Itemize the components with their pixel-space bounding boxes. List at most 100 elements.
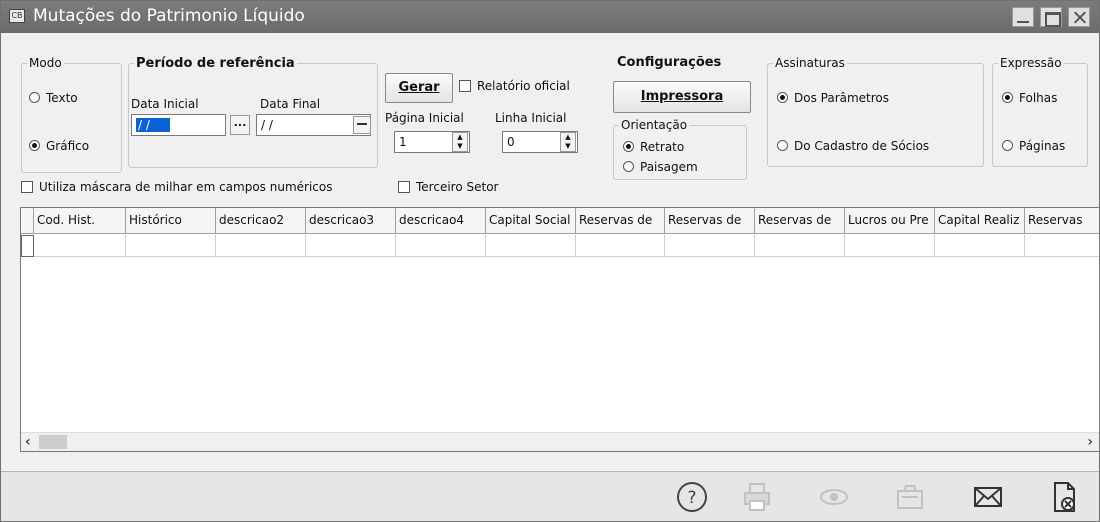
- data-inicial-field[interactable]: / /: [131, 114, 226, 136]
- column-header[interactable]: Capital Social: [486, 208, 576, 234]
- paginas-radio[interactable]: [1002, 140, 1013, 151]
- paginas-label: Páginas: [1019, 138, 1066, 153]
- table-cell[interactable]: [216, 235, 306, 257]
- column-header[interactable]: descricao4: [396, 208, 486, 234]
- modo-texto-label: Texto: [46, 90, 78, 105]
- assinaturas-parametros-option[interactable]: Dos Parâmetros: [777, 90, 889, 105]
- relatorio-oficial-option[interactable]: Relatório oficial: [459, 78, 570, 93]
- mascara-milhar-option[interactable]: Utiliza máscara de milhar em campos numé…: [21, 179, 332, 194]
- orientacao-paisagem-option[interactable]: Paisagem: [623, 159, 698, 174]
- column-header[interactable]: descricao3: [306, 208, 396, 234]
- scroll-right-icon[interactable]: ›: [1087, 434, 1093, 450]
- terceiro-setor-label: Terceiro Setor: [416, 179, 499, 194]
- data-final-picker-button[interactable]: [353, 116, 371, 134]
- expressao-folhas-option[interactable]: Folhas: [1002, 90, 1057, 105]
- relatorio-oficial-checkbox[interactable]: [459, 79, 471, 92]
- orientacao-legend: Orientação: [619, 118, 690, 132]
- table-cell[interactable]: [486, 235, 576, 257]
- svg-text:?: ?: [687, 488, 696, 508]
- window: CB Mutações do Patrimonio Líquido Modo T…: [0, 0, 1100, 522]
- table-cell[interactable]: [935, 235, 1025, 257]
- terceiro-setor-checkbox[interactable]: [398, 180, 410, 193]
- expressao-legend: Expressão: [998, 56, 1064, 70]
- column-header[interactable]: Reservas de: [665, 208, 755, 234]
- pagina-inicial-value: 1: [399, 135, 407, 149]
- table-cell[interactable]: [34, 235, 126, 257]
- print-icon[interactable]: [740, 480, 774, 514]
- linha-inicial-value: 0: [507, 135, 515, 149]
- folhas-radio[interactable]: [1002, 92, 1013, 103]
- modo-group: Modo: [21, 56, 122, 173]
- paisagem-label: Paisagem: [640, 159, 698, 174]
- table-cell[interactable]: [1025, 235, 1099, 257]
- preview-icon[interactable]: [817, 480, 851, 514]
- email-icon[interactable]: [971, 480, 1005, 514]
- folhas-label: Folhas: [1019, 90, 1058, 105]
- column-header[interactable]: Lucros ou Pre: [845, 208, 935, 234]
- table-cell[interactable]: [755, 235, 845, 257]
- socios-radio[interactable]: [777, 140, 788, 151]
- assinaturas-socios-option[interactable]: Do Cadastro de Sócios: [777, 138, 929, 153]
- orientacao-retrato-option[interactable]: Retrato: [623, 139, 684, 154]
- table-cell[interactable]: [306, 235, 396, 257]
- table-cell[interactable]: [845, 235, 935, 257]
- linha-inicial-spinner[interactable]: ▲ ▼: [560, 132, 576, 152]
- scroll-left-icon[interactable]: ‹: [25, 434, 31, 450]
- socios-label: Do Cadastro de Sócios: [794, 138, 930, 153]
- data-final-label: Data Final: [260, 97, 321, 111]
- column-header[interactable]: Reservas de: [755, 208, 845, 234]
- grid-header: Cod. Hist. Histórico descricao2 descrica…: [21, 208, 1099, 234]
- data-grid[interactable]: Cod. Hist. Histórico descricao2 descrica…: [20, 207, 1100, 452]
- grid-header-indicator: [21, 208, 34, 234]
- close-report-icon[interactable]: [1047, 480, 1081, 514]
- terceiro-setor-option[interactable]: Terceiro Setor: [398, 179, 498, 194]
- modo-grafico-option[interactable]: Gráfico: [29, 138, 89, 153]
- parametros-radio[interactable]: [777, 92, 788, 103]
- window-title: Mutações do Patrimonio Líquido: [33, 6, 305, 26]
- retrato-label: Retrato: [640, 139, 685, 154]
- modo-texto-option[interactable]: Texto: [29, 90, 78, 105]
- mascara-milhar-label: Utiliza máscara de milhar em campos numé…: [39, 179, 333, 194]
- app-icon: CB: [9, 9, 25, 23]
- column-header[interactable]: Cod. Hist.: [34, 208, 126, 234]
- modo-texto-radio[interactable]: [29, 92, 40, 103]
- data-inicial-value: / /: [136, 118, 170, 132]
- maximize-button[interactable]: [1040, 7, 1062, 27]
- modo-grafico-label: Gráfico: [46, 138, 90, 153]
- impressora-button[interactable]: Impressora: [613, 81, 751, 113]
- table-cell[interactable]: [665, 235, 755, 257]
- retrato-radio[interactable]: [623, 141, 634, 152]
- row-indicator[interactable]: [21, 235, 34, 257]
- paisagem-radio[interactable]: [623, 161, 634, 172]
- periodo-legend: Período de referência: [134, 56, 297, 71]
- gerar-button[interactable]: Gerar: [385, 73, 453, 103]
- pagina-inicial-spinner[interactable]: ▲ ▼: [452, 132, 468, 152]
- column-header[interactable]: Histórico: [126, 208, 216, 234]
- modo-grafico-radio[interactable]: [29, 140, 40, 151]
- parametros-label: Dos Parâmetros: [794, 90, 890, 105]
- impressora-label: Impressora: [640, 89, 724, 104]
- table-cell[interactable]: [126, 235, 216, 257]
- scroll-thumb[interactable]: [39, 435, 67, 449]
- bottom-toolbar: ?: [1, 471, 1099, 521]
- table-cell[interactable]: [396, 235, 486, 257]
- close-button[interactable]: [1068, 7, 1090, 27]
- help-icon[interactable]: ?: [675, 480, 709, 514]
- column-header[interactable]: Reservas de: [576, 208, 665, 234]
- pagina-inicial-label: Página Inicial: [385, 111, 464, 125]
- column-header[interactable]: descricao2: [216, 208, 306, 234]
- linha-inicial-label: Linha Inicial: [495, 111, 567, 125]
- table-cell[interactable]: [576, 235, 665, 257]
- table-row[interactable]: [21, 235, 1099, 257]
- expressao-paginas-option[interactable]: Páginas: [1002, 138, 1065, 153]
- relatorio-oficial-label: Relatório oficial: [477, 78, 570, 93]
- minimize-button[interactable]: [1012, 7, 1034, 27]
- export-icon[interactable]: [893, 480, 927, 514]
- data-final-value: / /: [261, 118, 273, 132]
- column-header[interactable]: Capital Realiz: [935, 208, 1025, 234]
- horizontal-scrollbar[interactable]: ‹ ›: [21, 432, 1099, 451]
- data-inicial-picker-button[interactable]: ...: [230, 115, 250, 135]
- mascara-milhar-checkbox[interactable]: [21, 180, 33, 193]
- column-header[interactable]: Reservas: [1025, 208, 1099, 234]
- configuracoes-legend: Configurações: [617, 55, 722, 70]
